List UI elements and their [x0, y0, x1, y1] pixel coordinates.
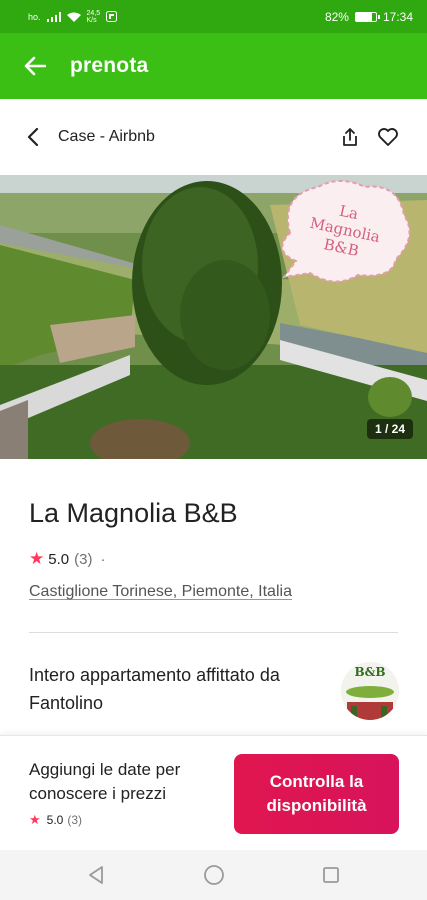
share-button[interactable]	[331, 118, 369, 156]
listing-header: Case - Airbnb	[0, 99, 427, 175]
status-bar: ho. 24,5 K/s 82% 17:34	[0, 0, 427, 33]
date-prompt: Aggiungi le date per conoscere i prezzi	[29, 760, 181, 803]
chevron-left-icon	[27, 128, 39, 146]
booking-footer: Aggiungi le date per conoscere i prezzi …	[0, 735, 427, 850]
star-icon: ★	[29, 812, 41, 827]
nav-home-button[interactable]	[192, 853, 236, 897]
network-speed-unit: K/s	[86, 16, 97, 24]
signal-icon	[46, 11, 61, 22]
battery-percent: 82%	[324, 9, 349, 24]
square-recents-icon	[323, 867, 340, 883]
network-speed-value: 24,5	[86, 9, 101, 17]
network-speed: 24,5 K/s	[87, 10, 101, 24]
divider	[29, 632, 398, 633]
wifi-icon	[66, 12, 81, 22]
heart-icon	[378, 128, 398, 146]
footer-rating-value: 5.0	[46, 813, 64, 827]
host-avatar[interactable]: B&B	[341, 662, 399, 720]
battery-fill	[355, 12, 373, 21]
back-button[interactable]	[0, 33, 70, 99]
arrow-left-icon	[24, 56, 46, 76]
status-right: 82% 17:34	[325, 10, 413, 24]
battery-icon	[354, 11, 380, 22]
system-nav-bar	[0, 850, 427, 900]
photo-gallery[interactable]: La Magnolia B&B 1 / 24	[0, 175, 427, 459]
app-title: prenota	[70, 54, 149, 77]
triangle-back-icon	[88, 866, 103, 884]
photo-counter: 1 / 24	[366, 419, 413, 439]
notification-app-icon	[106, 11, 118, 22]
status-left: ho. 24,5 K/s	[28, 10, 118, 24]
share-icon	[343, 128, 357, 146]
footer-rating: ★ 5.0 (3)	[29, 812, 82, 828]
footer-review-count: (3)	[67, 813, 83, 827]
host-description: Intero appartamento affittato da Fantoli…	[29, 665, 280, 713]
breadcrumb[interactable]: Case - Airbnb	[58, 128, 331, 146]
rating-row[interactable]: ★ 5.0 (3) ·	[29, 549, 105, 569]
carrier-label: ho.	[28, 11, 41, 22]
review-count: (3)	[74, 550, 93, 568]
circle-home-icon	[203, 865, 224, 885]
avatar-label: B&B	[354, 665, 386, 679]
rating-value: 5.0	[48, 550, 70, 568]
separator-dot: ·	[100, 550, 106, 568]
app-bar: prenota	[0, 33, 427, 99]
favorite-button[interactable]	[369, 118, 407, 156]
clock: 17:34	[382, 9, 413, 24]
location-link[interactable]: Castiglione Torinese, Piemonte, Italia	[29, 583, 292, 601]
nav-back-button[interactable]	[74, 853, 118, 897]
listing-title: La Magnolia B&B	[29, 498, 238, 528]
check-availability-button[interactable]: Controlla la disponibilità	[234, 754, 399, 834]
breadcrumb-back-button[interactable]	[26, 126, 48, 148]
nav-recents-button[interactable]	[309, 853, 353, 897]
star-icon: ★	[29, 549, 45, 568]
